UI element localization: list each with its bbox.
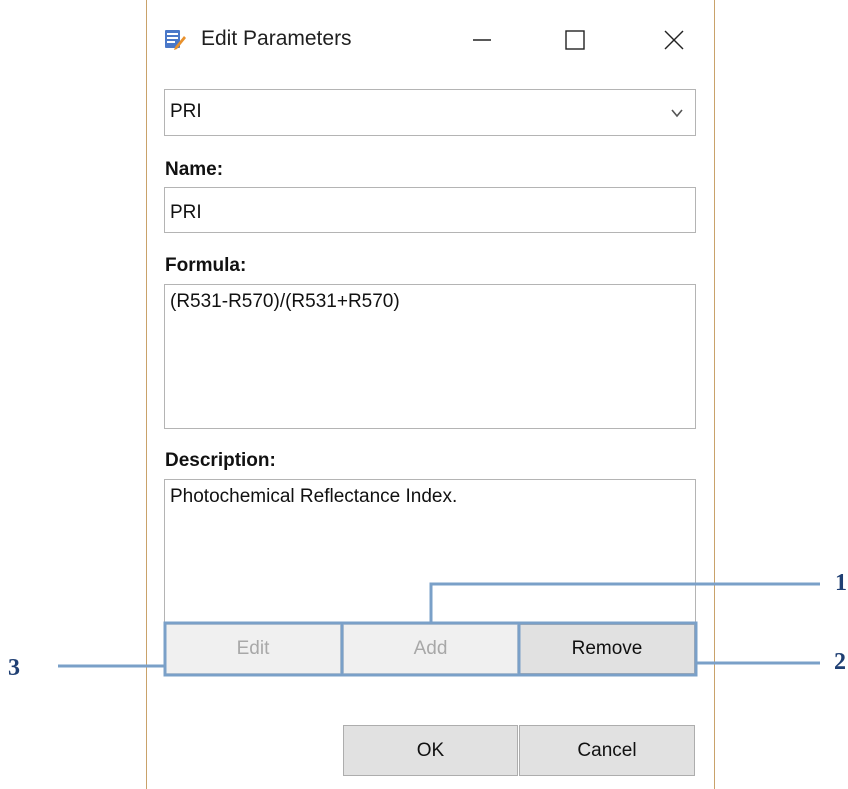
description-textarea[interactable]: Photochemical Reflectance Index. (164, 479, 696, 623)
chevron-down-icon (671, 109, 683, 118)
name-label: Name: (165, 159, 224, 180)
maximize-button[interactable] (549, 18, 601, 62)
add-button[interactable]: Add (343, 624, 518, 674)
callout-number-2: 2 (834, 649, 846, 675)
formula-textarea[interactable]: (R531-R570)/(R531+R570) (164, 284, 696, 429)
ok-button[interactable]: OK (343, 725, 518, 776)
remove-button[interactable]: Remove (519, 624, 695, 674)
close-button[interactable] (648, 18, 700, 62)
formula-label: Formula: (165, 255, 247, 276)
cancel-button[interactable]: Cancel (519, 725, 695, 776)
window-title: Edit Parameters (201, 27, 352, 50)
close-icon (664, 30, 684, 50)
maximize-icon (565, 30, 585, 50)
parameter-select[interactable]: PRI (164, 89, 696, 136)
edit-button[interactable]: Edit (165, 624, 341, 674)
edit-document-icon (165, 30, 186, 50)
name-input[interactable] (164, 187, 696, 233)
description-label: Description: (165, 450, 276, 471)
minimize-icon (473, 39, 491, 41)
minimize-button[interactable] (456, 18, 508, 62)
parameter-select-value: PRI (170, 101, 202, 122)
callout-number-1: 1 (835, 570, 847, 596)
callout-number-3: 3 (8, 655, 20, 681)
